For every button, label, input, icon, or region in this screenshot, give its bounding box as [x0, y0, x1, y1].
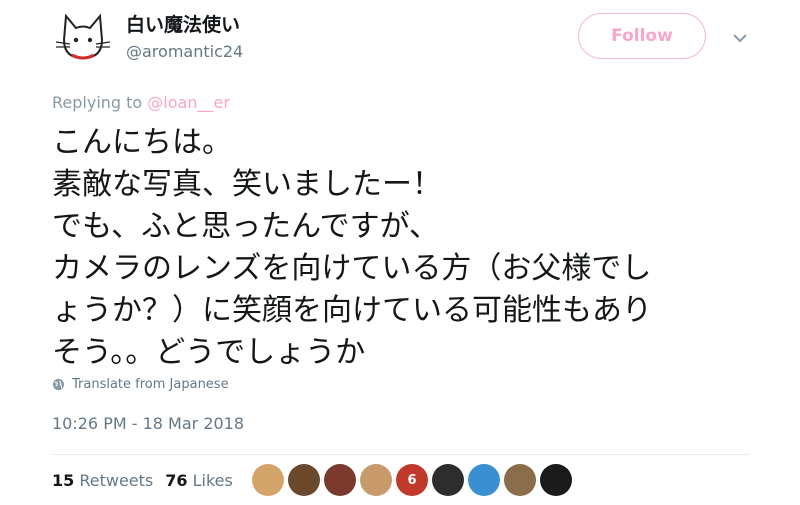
- tweet-timestamp[interactable]: 10:26 PM - 18 Mar 2018: [52, 414, 244, 433]
- liker-avatar[interactable]: [252, 464, 284, 496]
- translate-label[interactable]: Translate from Japanese: [72, 377, 229, 392]
- likes-stat[interactable]: 76 Likes: [165, 471, 233, 490]
- tweet-line: カメラのレンズを向けている方（お父様でし: [52, 251, 652, 286]
- likes-count: 76: [165, 471, 188, 490]
- replying-to: Replying to @loan__er: [52, 93, 230, 112]
- retweets-count: 15: [52, 471, 75, 490]
- likes-label: Likes: [192, 471, 233, 490]
- liker-avatar[interactable]: [540, 464, 572, 496]
- tweet-line: こんにちは。: [52, 125, 232, 160]
- tweet-line: そう。。どうでしょうか: [52, 335, 366, 370]
- follow-button[interactable]: Follow: [578, 13, 706, 59]
- display-name[interactable]: 白い魔法使い: [126, 10, 240, 37]
- mention-link[interactable]: @loan__er: [147, 93, 230, 112]
- liker-avatar[interactable]: [288, 464, 320, 496]
- liker-avatar[interactable]: [360, 464, 392, 496]
- retweets-label: Retweets: [79, 471, 154, 490]
- liker-avatar[interactable]: [504, 464, 536, 496]
- user-handle[interactable]: @aromantic24: [126, 42, 243, 61]
- tweet-line: 素敵な写真、笑いましたー！: [52, 167, 442, 202]
- tweet-stats: 15 Retweets 76 Likes: [52, 471, 233, 490]
- liker-avatar[interactable]: [324, 464, 356, 496]
- globe-icon: [52, 378, 65, 391]
- tweet-text: こんにちは。 素敵な写真、笑いましたー！ でも、ふと思ったんですが、 カメラのレ…: [52, 122, 652, 374]
- divider: [52, 454, 750, 455]
- white-cat-icon: [55, 13, 111, 60]
- chevron-down-icon[interactable]: [730, 28, 750, 48]
- liker-avatar[interactable]: [468, 464, 500, 496]
- tweet-line: でも、ふと思ったんですが、: [52, 209, 439, 244]
- liker-avatars: 6: [252, 464, 572, 496]
- translate-link[interactable]: Translate from Japanese: [52, 377, 229, 392]
- liker-avatar[interactable]: [432, 464, 464, 496]
- tweet-line: ょうか？）に笑顔を向けている可能性もあり: [52, 293, 652, 328]
- avatar[interactable]: [52, 6, 114, 68]
- retweets-stat[interactable]: 15 Retweets: [52, 471, 153, 490]
- replying-to-label: Replying to: [52, 93, 148, 112]
- liker-avatar[interactable]: 6: [396, 464, 428, 496]
